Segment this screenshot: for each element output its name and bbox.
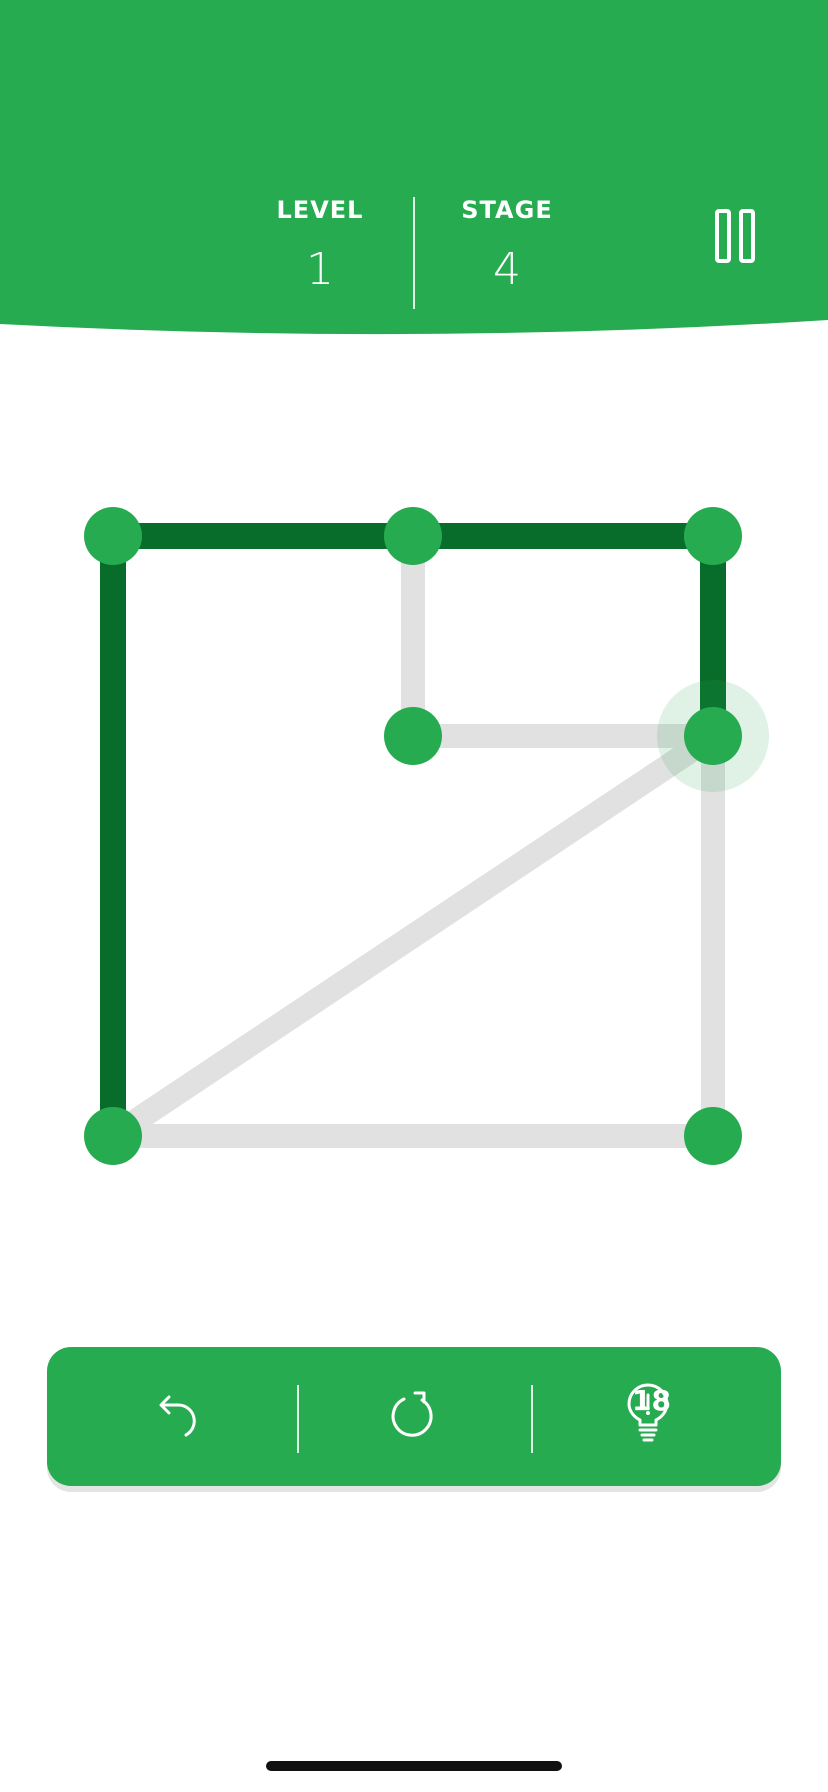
stage-value: 4	[493, 244, 521, 295]
level-display: LEVEL 1	[240, 196, 400, 295]
level-value: 1	[306, 244, 334, 295]
node-center[interactable]	[384, 707, 442, 765]
edge-right-middle-bottom-left	[101, 724, 725, 1148]
restart-button[interactable]	[297, 1347, 531, 1486]
undo-button[interactable]	[47, 1347, 297, 1486]
node-top-right[interactable]	[684, 507, 742, 565]
node-top-left[interactable]	[84, 507, 142, 565]
node-bottom-left[interactable]	[84, 1107, 142, 1165]
hint-count: 18	[632, 1384, 671, 1417]
level-label: LEVEL	[276, 196, 364, 224]
stage-display: STAGE 4	[427, 196, 587, 295]
undo-icon	[159, 1395, 196, 1437]
game-screen: LEVEL 1 STAGE 4 18	[0, 0, 828, 1792]
header-bar: LEVEL 1 STAGE 4	[0, 0, 828, 340]
pause-icon	[715, 209, 755, 263]
pause-button[interactable]	[710, 208, 760, 264]
node-top-middle[interactable]	[384, 507, 442, 565]
node-right-middle[interactable]	[684, 707, 742, 765]
puzzle-canvas[interactable]	[0, 440, 828, 1200]
node-bottom-right[interactable]	[684, 1107, 742, 1165]
home-indicator[interactable]	[266, 1761, 562, 1771]
puzzle-board[interactable]	[0, 440, 828, 1200]
stage-label: STAGE	[461, 196, 553, 224]
restart-icon	[391, 1391, 433, 1437]
header-divider	[413, 197, 415, 309]
